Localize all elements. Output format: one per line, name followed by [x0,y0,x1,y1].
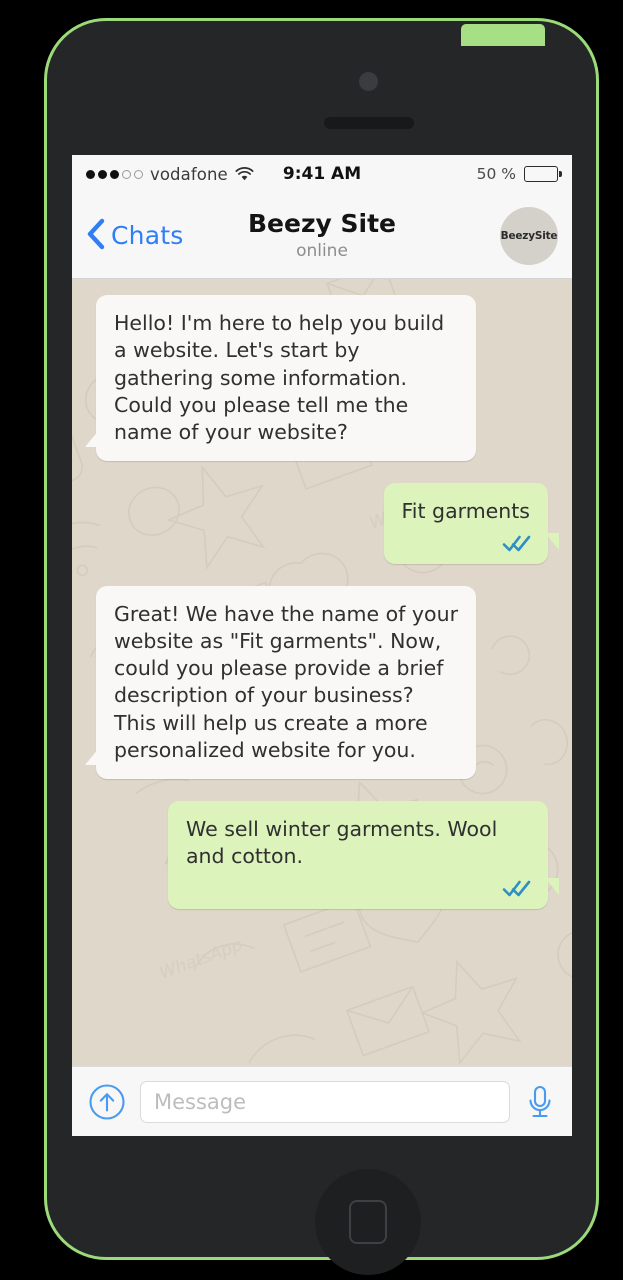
message-row-3: Great! We have the name of your website … [82,585,562,779]
message-bubble-outgoing[interactable]: We sell winter garments. Wool and cotton… [168,801,559,909]
message-text: Great! We have the name of your website … [114,601,465,762]
avatar-label: BeezySite [500,229,558,242]
double-check-icon [502,879,532,901]
message-row-1: Hello! I'm here to help you build a webs… [82,295,562,462]
microphone-icon[interactable] [524,1084,556,1120]
earpiece-speaker [324,117,414,129]
phone-screen: vodafone 9:41 AM 50 % Chats Beezy Site o… [72,155,572,1136]
message-row-2: Fit garments [82,483,562,564]
message-input-bar [72,1066,572,1136]
back-to-chats-button[interactable]: Chats [86,218,183,254]
chat-contact-status: online [296,241,348,262]
wifi-icon [235,167,254,181]
power-button[interactable] [461,24,545,46]
message-bubble-incoming[interactable]: Great! We have the name of your website … [85,585,476,779]
front-camera-icon [359,72,378,91]
signal-strength-icon [86,169,143,179]
status-bar-right: 50 % [361,165,562,183]
message-bubble-outgoing[interactable]: Fit garments [383,483,559,564]
battery-icon [524,166,562,182]
status-bar-left: vodafone [86,165,283,184]
message-bubble-incoming[interactable]: Hello! I'm here to help you build a webs… [85,295,476,462]
message-text: Hello! I'm here to help you build a webs… [114,311,451,444]
message-text: We sell winter garments. Wool and cotton… [186,817,504,869]
home-button-square-icon [349,1200,387,1244]
avatar[interactable]: BeezySite [500,206,558,265]
svg-text:WhatsApp: WhatsApp [157,935,246,984]
status-bar-clock: 9:41 AM [282,164,362,184]
status-bar: vodafone 9:41 AM 50 % [72,155,572,193]
back-button-label: Chats [111,221,184,250]
chevron-left-icon [86,218,106,254]
message-row-4: We sell winter garments. Wool and cotton… [82,801,562,909]
arrow-up-circle-icon[interactable] [88,1083,126,1121]
carrier-label: vodafone [150,164,228,184]
message-scroll-container: Hello! I'm here to help you build a webs… [82,295,562,909]
chat-header: Chats Beezy Site online BeezySite [72,193,572,279]
message-text: Fit garments [401,499,531,524]
message-input[interactable] [140,1080,510,1123]
message-list[interactable]: WhatsApp WhatsApp WhatsApp WhatsApp What… [72,279,572,1066]
chat-contact-name: Beezy Site [248,208,396,238]
battery-percent-label: 50 % [476,165,516,183]
home-button[interactable] [315,1169,421,1275]
double-check-icon [502,534,532,556]
